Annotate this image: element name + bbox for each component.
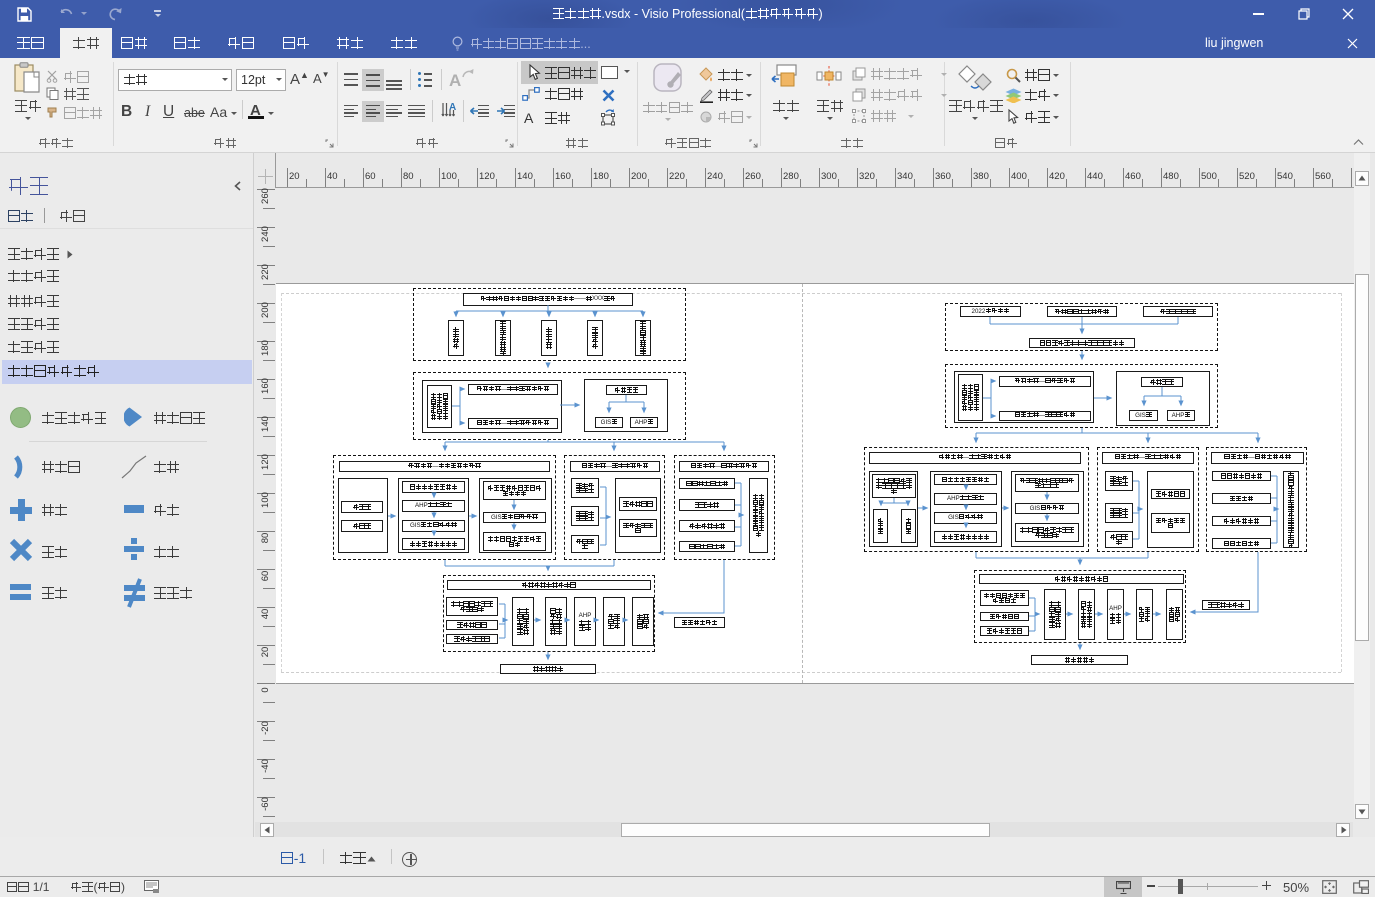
svg-text:A: A [449, 102, 456, 113]
